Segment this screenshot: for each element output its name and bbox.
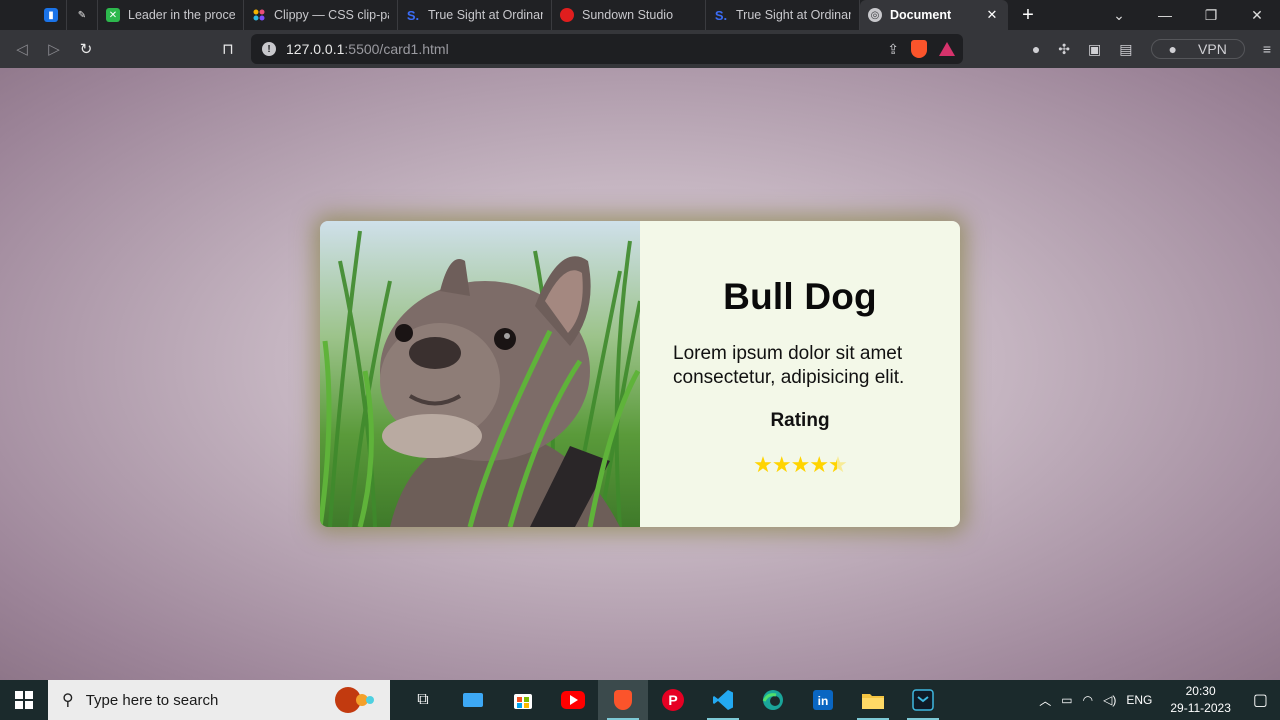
show-hidden-icons-chevron-icon[interactable]: ︿ bbox=[1039, 692, 1051, 709]
clock[interactable]: 20:30 29-11-2023 bbox=[1165, 683, 1236, 717]
taskbar-apps: ⧉ P in bbox=[398, 680, 948, 720]
search-highlight-icon bbox=[335, 687, 374, 713]
s-favicon-icon: S. bbox=[406, 7, 420, 23]
reload-icon[interactable]: ↻ bbox=[70, 40, 102, 58]
tab-title: True Sight at Ordinary bbox=[428, 8, 543, 22]
language-indicator[interactable]: ENG bbox=[1126, 693, 1152, 707]
system-tray: ︿ ▭ ◠ ◁) ENG 20:30 29-11-2023 ▢ bbox=[1034, 680, 1280, 720]
clock-date: 29-11-2023 bbox=[1170, 701, 1231, 715]
rating-label: Rating bbox=[770, 410, 830, 431]
tab-leader[interactable]: ✕ Leader in the process bbox=[98, 0, 244, 30]
close-window-icon[interactable]: ✕ bbox=[1234, 7, 1280, 24]
pinterest-icon[interactable]: P bbox=[648, 680, 698, 720]
minimize-icon[interactable]: — bbox=[1142, 7, 1188, 23]
half-star-icon: ★★ bbox=[828, 452, 848, 477]
laptop-icon[interactable] bbox=[448, 680, 498, 720]
capture-icon[interactable] bbox=[898, 680, 948, 720]
sidebar-icon[interactable]: ▣ bbox=[1088, 41, 1101, 58]
tab-clippy[interactable]: Clippy — CSS clip-path bbox=[244, 0, 398, 30]
extensions-icon[interactable]: ✣ bbox=[1058, 41, 1070, 58]
vpn-button[interactable]: ● VPN bbox=[1150, 39, 1245, 59]
star-icon: ★ bbox=[753, 452, 773, 477]
tab-sundown[interactable]: Sundown Studio bbox=[552, 0, 706, 30]
svg-text:in: in bbox=[818, 694, 829, 708]
brave-shields-icon[interactable] bbox=[911, 40, 927, 58]
menu-icon[interactable]: ≡ bbox=[1263, 41, 1271, 57]
forward-icon[interactable]: ▷ bbox=[38, 40, 70, 58]
tab-search-chevron-icon[interactable]: ⌄ bbox=[1096, 7, 1142, 24]
page-viewport: Bull Dog Lorem ipsum dolor sit amet cons… bbox=[0, 68, 1280, 680]
restore-icon[interactable]: ❐ bbox=[1188, 7, 1234, 24]
bookmark-icon[interactable]: ⊓ bbox=[212, 40, 244, 58]
star-icon: ★ bbox=[809, 452, 829, 477]
url-host: 127.0.0.1 bbox=[286, 41, 345, 57]
tab-truesight-1[interactable]: S. True Sight at Ordinary bbox=[398, 0, 552, 30]
card-title: Bull Dog bbox=[723, 276, 877, 317]
browser-toolbar: ◁ ▷ ↻ ⊓ ! 127.0.0.1:5500/card1.html ⇪ ● … bbox=[0, 30, 1280, 68]
brave-rewards-icon[interactable] bbox=[939, 42, 955, 56]
url-path: :5500/card1.html bbox=[344, 41, 449, 57]
address-bar[interactable]: ! 127.0.0.1:5500/card1.html ⇪ bbox=[251, 34, 963, 64]
vscode-icon[interactable] bbox=[698, 680, 748, 720]
window-controls: ⌄ — ❐ ✕ bbox=[1096, 0, 1280, 30]
back-icon[interactable]: ◁ bbox=[6, 40, 38, 58]
tab-strip-spacer bbox=[0, 0, 36, 30]
mic-icon[interactable]: ● bbox=[1032, 41, 1040, 57]
close-tab-icon[interactable]: ✕ bbox=[984, 7, 1000, 23]
tab-title: True Sight at Ordinary bbox=[736, 8, 851, 22]
notifications-icon[interactable]: ▢ bbox=[1253, 690, 1268, 710]
address-url[interactable]: 127.0.0.1:5500/card1.html bbox=[286, 41, 449, 57]
windows-taskbar: ⚲ Type here to search ⧉ P in ︿ ▭ ◠ ◁) EN… bbox=[0, 680, 1280, 720]
bulldog-illustration bbox=[320, 230, 640, 527]
share-icon[interactable]: ⇪ bbox=[887, 41, 899, 58]
x-favicon-icon: ✕ bbox=[106, 8, 120, 22]
file-explorer-icon[interactable] bbox=[848, 680, 898, 720]
task-view-icon[interactable]: ⧉ bbox=[398, 680, 448, 720]
bulldog-image bbox=[320, 221, 640, 527]
vpn-label: VPN bbox=[1198, 41, 1227, 57]
globe-favicon-icon: ◎ bbox=[868, 8, 882, 22]
tab-title: Sundown Studio bbox=[582, 8, 674, 22]
tab-title: Document bbox=[890, 8, 952, 22]
tab-document[interactable]: ◎ Document ✕ bbox=[860, 0, 1008, 30]
search-placeholder: Type here to search bbox=[85, 691, 219, 709]
clippy-favicon-icon bbox=[252, 8, 266, 22]
wifi-icon[interactable]: ◠ bbox=[1083, 693, 1093, 707]
taskbar-search-box[interactable]: ⚲ Type here to search bbox=[48, 680, 390, 720]
brave-icon[interactable] bbox=[598, 680, 648, 720]
linkedin-icon[interactable]: in bbox=[798, 680, 848, 720]
calendar-favicon-icon: ▮ bbox=[44, 8, 58, 22]
tab-title: Leader in the process bbox=[128, 8, 235, 22]
sundown-favicon-icon bbox=[560, 8, 574, 22]
tab-pinned-feather[interactable]: ✎ bbox=[67, 0, 98, 30]
toolbar-right: ● ✣ ▣ ▤ ● VPN ≡ bbox=[1023, 30, 1280, 68]
edge-icon[interactable] bbox=[748, 680, 798, 720]
browser-tab-strip: ▮ ✎ ✕ Leader in the process Clippy — CSS… bbox=[0, 0, 1280, 30]
new-tab-button[interactable]: + bbox=[1008, 4, 1048, 27]
tab-truesight-2[interactable]: S. True Sight at Ordinary bbox=[706, 0, 860, 30]
tab-title: Clippy — CSS clip-path bbox=[274, 8, 389, 22]
youtube-icon[interactable] bbox=[548, 680, 598, 720]
clock-time: 20:30 bbox=[1185, 684, 1216, 698]
volume-icon[interactable]: ◁) bbox=[1103, 693, 1116, 707]
address-actions: ⇪ bbox=[887, 34, 955, 64]
microsoft-store-icon[interactable] bbox=[498, 680, 548, 720]
windows-logo-icon bbox=[15, 691, 33, 709]
card-content: Bull Dog Lorem ipsum dolor sit amet cons… bbox=[640, 221, 960, 527]
star-rating: ★ ★ ★ ★ ★★ bbox=[753, 452, 848, 478]
product-card: Bull Dog Lorem ipsum dolor sit amet cons… bbox=[320, 221, 960, 527]
start-button[interactable] bbox=[0, 680, 48, 720]
battery-icon[interactable]: ▭ bbox=[1061, 693, 1072, 707]
site-info-icon[interactable]: ! bbox=[262, 42, 276, 56]
feather-favicon-icon: ✎ bbox=[77, 9, 87, 21]
star-icon: ★ bbox=[771, 452, 792, 477]
card-description: Lorem ipsum dolor sit amet consectetur, … bbox=[673, 343, 905, 388]
vpn-dot-icon: ● bbox=[1168, 41, 1177, 57]
svg-text:P: P bbox=[668, 692, 677, 708]
tab-pinned-calendar[interactable]: ▮ bbox=[36, 0, 67, 30]
search-icon: ⚲ bbox=[62, 692, 74, 709]
s-favicon-icon: S. bbox=[714, 7, 728, 23]
star-icon: ★ bbox=[790, 452, 811, 477]
wallet-icon[interactable]: ▤ bbox=[1119, 41, 1132, 58]
